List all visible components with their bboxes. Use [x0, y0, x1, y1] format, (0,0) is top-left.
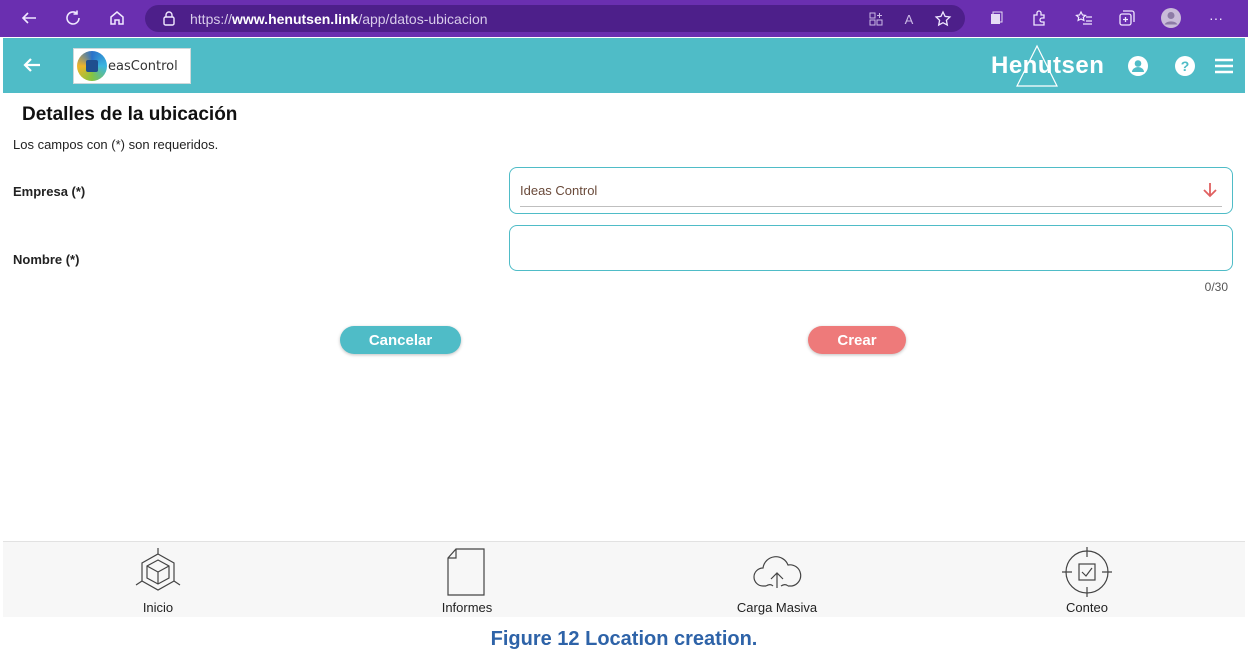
nav-label: Inicio	[142, 600, 174, 615]
read-aloud-icon[interactable]: A	[898, 8, 920, 30]
required-fields-note: Los campos con (*) son requeridos.	[13, 137, 219, 152]
page-title: Detalles de la ubicación	[22, 104, 238, 125]
help-icon[interactable]: ?	[1174, 55, 1196, 77]
browser-back-icon[interactable]	[18, 7, 40, 29]
back-arrow-icon[interactable]	[19, 52, 45, 78]
nombre-input[interactable]	[509, 225, 1233, 271]
cloud-upload-icon	[753, 556, 802, 588]
browser-home-icon[interactable]	[106, 7, 128, 29]
arrow-down-icon[interactable]	[1200, 180, 1220, 200]
nombre-char-counter: 0/30	[1204, 280, 1228, 294]
cancel-button[interactable]: Cancelar	[340, 326, 461, 354]
extensions-icon[interactable]	[1028, 7, 1050, 29]
logo-text: easControl	[108, 58, 178, 74]
tab-collections-icon[interactable]	[1116, 7, 1138, 29]
nav-label: Informes	[441, 600, 493, 615]
svg-text:?: ?	[1181, 58, 1190, 74]
collections-icon[interactable]	[985, 7, 1007, 29]
target-check-icon	[1062, 547, 1112, 597]
address-bar[interactable]: https://www.henutsen.link/app/datos-ubic…	[145, 5, 965, 32]
empresa-selected-value: Ideas Control	[520, 183, 598, 198]
lock-icon	[163, 11, 175, 26]
fingerprint-logo-icon	[77, 51, 107, 81]
browser-toolbar: https://www.henutsen.link/app/datos-ubic…	[0, 0, 1248, 37]
select-underline	[520, 206, 1222, 207]
app-available-icon[interactable]	[865, 8, 887, 30]
browser-refresh-icon[interactable]	[62, 7, 84, 29]
app-header: easControl Henutsen ?	[3, 38, 1245, 93]
figure-caption: Figure 12 Location creation.	[490, 628, 758, 650]
nav-label: Carga Masiva	[736, 600, 818, 615]
nav-item-informes[interactable]: Informes	[397, 546, 537, 616]
cube-home-icon	[135, 548, 181, 591]
profile-avatar-icon[interactable]	[1160, 7, 1182, 29]
favorites-list-icon[interactable]	[1073, 7, 1095, 29]
nav-label: Conteo	[1066, 600, 1108, 615]
empresa-select[interactable]: Ideas Control	[509, 167, 1233, 214]
company-logo: easControl	[73, 48, 191, 84]
create-button[interactable]: Crear	[808, 326, 906, 354]
nombre-label: Nombre (*)	[13, 252, 80, 267]
user-account-icon[interactable]	[1127, 55, 1149, 77]
bottom-navigation: Inicio Informes Carga Masiva Conteo	[3, 541, 1245, 617]
brand-name: Henutsen	[991, 52, 1105, 79]
empresa-label: Empresa (*)	[13, 184, 86, 199]
favorite-star-icon[interactable]	[932, 8, 954, 30]
nav-item-inicio[interactable]: Inicio	[88, 546, 228, 616]
more-options-icon[interactable]: ···	[1205, 7, 1227, 29]
url-text: https://www.henutsen.link/app/datos-ubic…	[190, 10, 488, 27]
nav-item-carga-masiva[interactable]: Carga Masiva	[707, 546, 847, 616]
document-icon	[447, 548, 485, 596]
nav-item-conteo[interactable]: Conteo	[1017, 546, 1157, 616]
menu-icon[interactable]	[1213, 55, 1235, 77]
